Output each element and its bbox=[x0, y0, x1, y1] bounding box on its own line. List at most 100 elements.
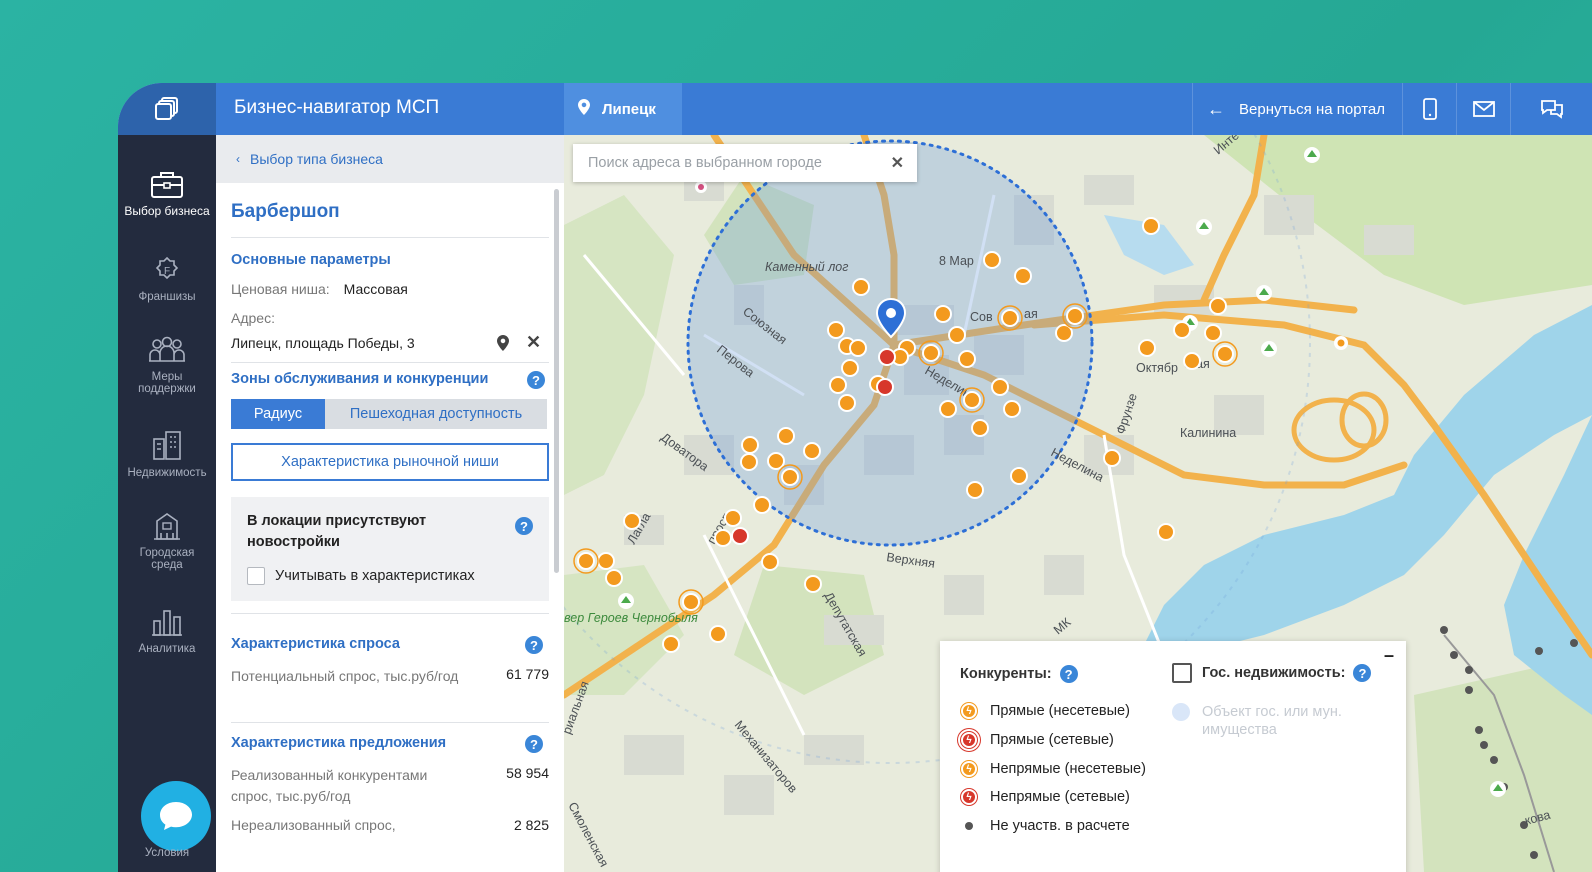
address-row: Липецк, площадь Победы, 3 ✕ bbox=[231, 332, 549, 354]
rail-label-franchises: Франшизы bbox=[138, 291, 196, 303]
chevron-left-icon: ‹ bbox=[236, 152, 240, 166]
city-selector[interactable]: Липецк bbox=[564, 83, 682, 135]
panel-content: Барбершоп Основные параметры Ценовая ниш… bbox=[231, 183, 549, 839]
rail-item-business[interactable]: Выбор бизнеса bbox=[118, 169, 216, 217]
rail-item-support[interactable]: Меры поддержки bbox=[118, 335, 216, 395]
app-title: Бизнес-навигатор МСП bbox=[234, 97, 440, 118]
map-view[interactable]: Каменный лог 8 Мар Сов ая Союзная Перова… bbox=[564, 135, 1592, 872]
supply-section: Характеристика предложения ? Реализованн… bbox=[231, 723, 549, 839]
logo-icon bbox=[155, 97, 178, 120]
market-niche-button[interactable]: Характеристика рыночной ниши bbox=[231, 443, 549, 481]
main-params-title: Основные параметры bbox=[231, 252, 391, 268]
tab-walking[interactable]: Пешеходная доступность bbox=[325, 399, 547, 429]
lightning-red-network-icon: ϟ bbox=[961, 732, 977, 748]
business-panel: ‹ Выбор типа бизнеса Барбершоп Основные … bbox=[216, 135, 565, 872]
map-label: Калинина bbox=[1180, 426, 1236, 440]
legend-gov-label: Объект гос. или мун. имущества bbox=[1202, 704, 1342, 738]
new-buildings-checkbox-row[interactable]: Учитывать в характеристиках bbox=[247, 567, 533, 585]
supply-value-2: 2 825 bbox=[513, 817, 549, 833]
mobile-icon[interactable] bbox=[1402, 83, 1457, 135]
clear-address-icon[interactable]: ✕ bbox=[526, 332, 541, 353]
supply-label-2: Нереализованный спрос, bbox=[231, 817, 396, 833]
gray-dot-icon bbox=[965, 822, 973, 830]
legend-item: ϟ Непрямые (несетевые) bbox=[960, 760, 1146, 778]
new-buildings-box: В локации присутствуют новостройки ? Учи… bbox=[231, 497, 549, 601]
chat-icon[interactable] bbox=[1510, 83, 1592, 135]
panel-scrollbar[interactable] bbox=[554, 189, 559, 573]
mail-icon[interactable] bbox=[1456, 83, 1511, 135]
lightning-orange-indirect-icon: ϟ bbox=[961, 761, 977, 777]
poi-marker bbox=[1334, 336, 1348, 350]
new-buildings-help-icon[interactable]: ? bbox=[515, 517, 533, 535]
supply-row-2: Нереализованный спрос, 2 825 bbox=[231, 817, 549, 839]
minimize-legend-button[interactable]: – bbox=[1384, 645, 1394, 666]
address-value[interactable]: Липецк, площадь Победы, 3 bbox=[231, 335, 415, 351]
back-to-portal-button[interactable]: ← Вернуться на портал bbox=[1192, 83, 1406, 135]
lightning-red-icon: ϟ bbox=[961, 789, 977, 805]
conditions-label: Условия bbox=[144, 847, 190, 859]
competitors-title: Конкуренты: bbox=[960, 666, 1052, 682]
map-label: Каменный лог bbox=[765, 260, 848, 274]
gov-realty-help-icon[interactable]: ? bbox=[1353, 664, 1372, 682]
map-legend: – Конкуренты: ? Гос. недвижимость: ? ϟ П… bbox=[940, 641, 1406, 872]
price-row: Ценовая ниша: Массовая bbox=[231, 281, 549, 297]
gov-realty-checkbox[interactable] bbox=[1172, 663, 1192, 683]
legend-item: ϟ Непрямые (сетевые) bbox=[960, 788, 1130, 806]
left-navigation-rail: Выбор бизнеса F Франшизы Меры поддержки … bbox=[118, 135, 216, 872]
legend-label: Непрямые (несетевые) bbox=[990, 761, 1146, 777]
support-chat-button[interactable] bbox=[141, 781, 211, 851]
lightning-orange-icon: ϟ bbox=[961, 703, 977, 719]
rail-item-analytics[interactable]: Аналитика bbox=[118, 607, 216, 655]
map-label: ая bbox=[1024, 307, 1038, 321]
buildings-icon bbox=[153, 431, 181, 460]
rail-label-city: Городская среда bbox=[139, 547, 195, 571]
rail-item-realty[interactable]: Недвижимость bbox=[118, 429, 216, 479]
service-radius-circle bbox=[686, 139, 1094, 547]
map-label: Октябр bbox=[1136, 361, 1178, 375]
zones-help-icon[interactable]: ? bbox=[527, 371, 545, 389]
chart-icon bbox=[152, 610, 182, 636]
legend-label: Прямые (несетевые) bbox=[990, 703, 1130, 719]
new-buildings-checkbox-label: Учитывать в характеристиках bbox=[275, 568, 475, 584]
rail-label-analytics: Аналитика bbox=[138, 643, 196, 655]
clear-search-icon[interactable]: ✕ bbox=[891, 153, 904, 173]
breadcrumb[interactable]: ‹ Выбор типа бизнеса bbox=[216, 135, 564, 183]
gov-realty-title: Гос. недвижимость: bbox=[1202, 665, 1346, 681]
demand-row: Потенциальный спрос, тыс.руб/год 61 779 bbox=[231, 666, 549, 710]
new-buildings-checkbox[interactable] bbox=[247, 567, 265, 585]
supply-title: Характеристика предложения bbox=[231, 735, 447, 751]
zone-mode-tabs: Радиус Пешеходная доступность bbox=[231, 399, 549, 429]
briefcase-icon bbox=[151, 172, 183, 198]
map-label: 8 Мар bbox=[939, 254, 974, 268]
legend-item: Не участв. в расчете bbox=[960, 817, 1130, 835]
gov-object-icon bbox=[1172, 703, 1190, 721]
rail-item-franchises[interactable]: F Франшизы bbox=[118, 253, 216, 303]
map-label: вер Героев Чернобыля bbox=[564, 611, 698, 625]
map-pin-icon[interactable] bbox=[497, 335, 509, 356]
rail-item-city[interactable]: Городская среда bbox=[118, 511, 216, 571]
speech-bubble-icon bbox=[160, 802, 192, 830]
tab-radius[interactable]: Радиус bbox=[231, 399, 325, 429]
competitors-heading: Конкуренты: ? bbox=[960, 665, 1078, 683]
competitors-help-icon[interactable]: ? bbox=[1059, 665, 1078, 683]
zones-section: Зоны обслуживания и конкуренции ? Радиус… bbox=[231, 363, 549, 601]
poi-marker bbox=[695, 181, 707, 193]
address-search-input[interactable]: Поиск адреса в выбранном городе ✕ bbox=[573, 144, 917, 182]
city-name: Липецк bbox=[602, 100, 656, 118]
main-params-section: Основные параметры Ценовая ниша: Массова… bbox=[231, 238, 549, 354]
demand-value: 61 779 bbox=[506, 666, 549, 682]
price-label: Ценовая ниша: bbox=[231, 281, 330, 297]
demand-help-icon[interactable]: ? bbox=[525, 636, 543, 654]
arrow-left-icon: ← bbox=[1207, 98, 1225, 119]
demand-label: Потенциальный спрос, тыс.руб/год bbox=[231, 668, 459, 684]
app-logo[interactable] bbox=[118, 83, 216, 135]
supply-label-1: Реализованный конкурентами спрос, тыс.ру… bbox=[231, 767, 428, 804]
price-value: Массовая bbox=[343, 281, 408, 297]
people-icon bbox=[149, 336, 185, 362]
rail-label-support: Меры поддержки bbox=[138, 371, 196, 395]
map-label: Сов bbox=[970, 310, 993, 324]
supply-value-1: 58 954 bbox=[506, 765, 549, 781]
supply-help-icon[interactable]: ? bbox=[525, 735, 543, 753]
gov-realty-heading[interactable]: Гос. недвижимость: ? bbox=[1172, 663, 1372, 683]
svg-text:F: F bbox=[164, 266, 170, 277]
